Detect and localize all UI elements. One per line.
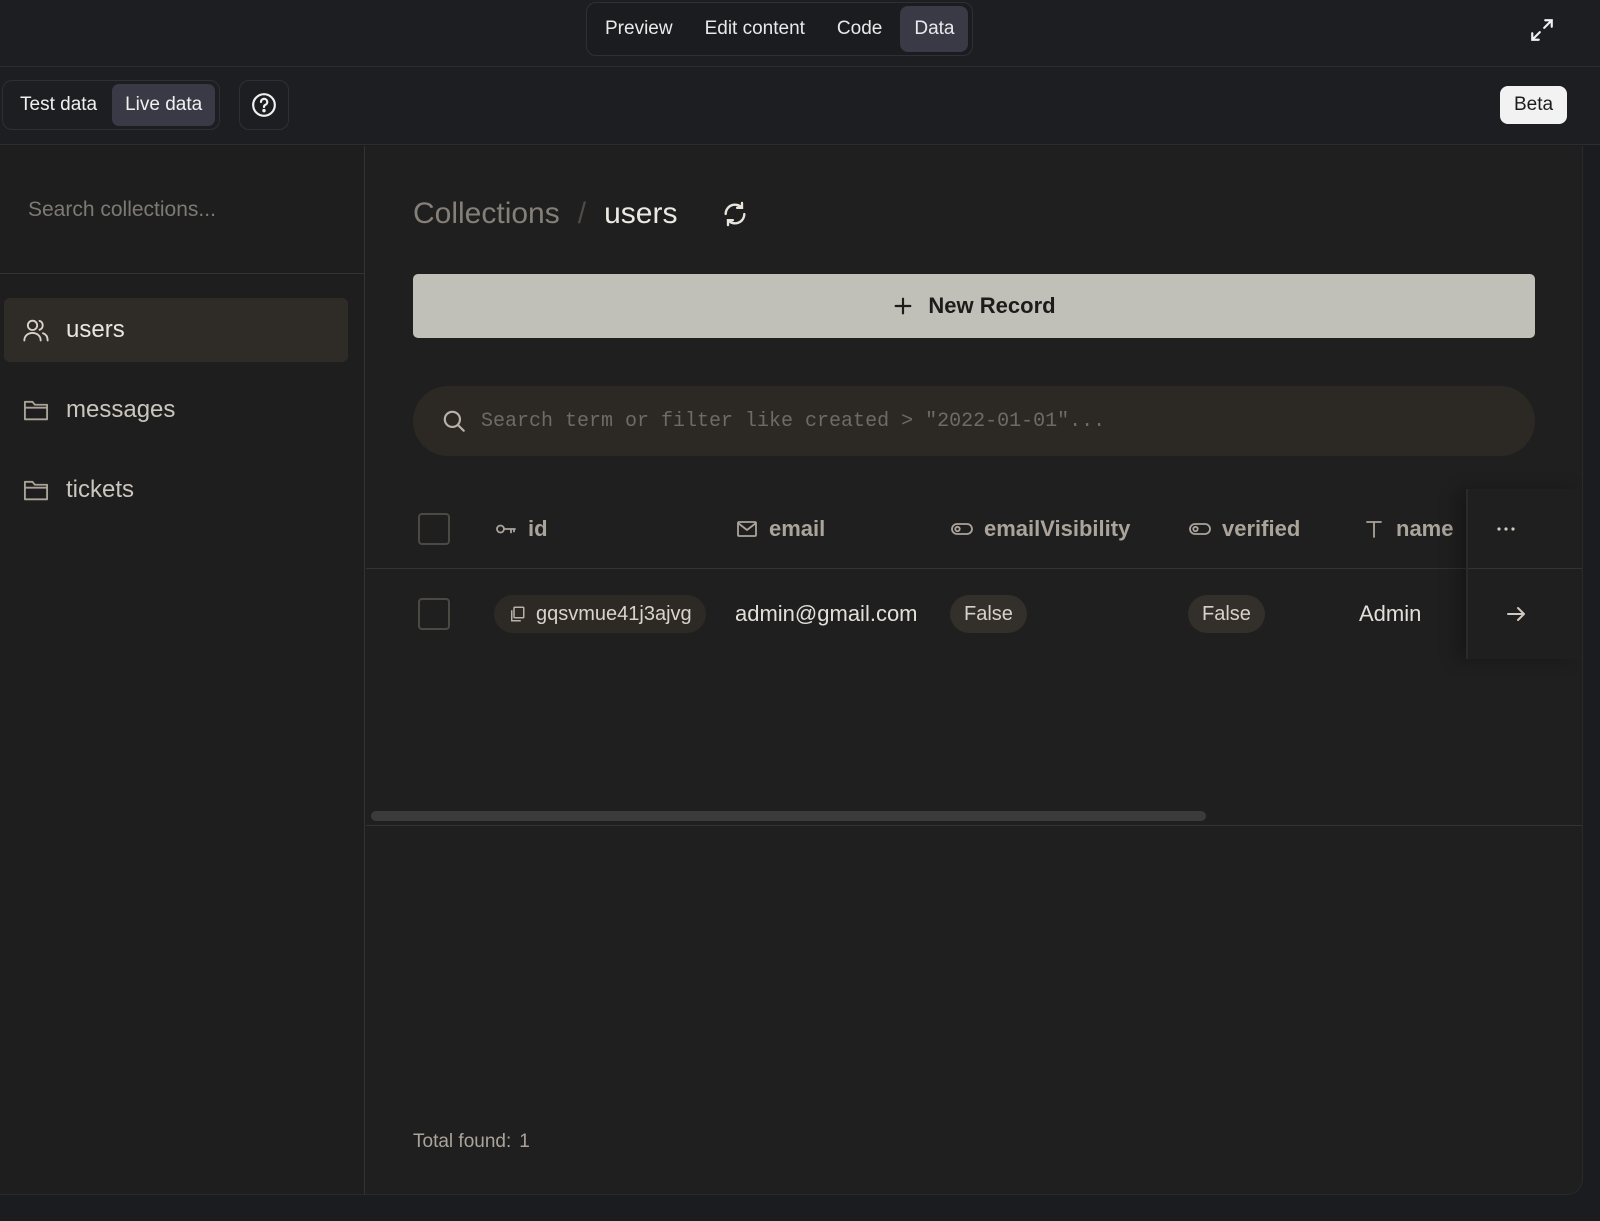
tab-edit-content[interactable]: Edit content: [691, 6, 819, 52]
search-icon: [443, 410, 465, 432]
record-search-input[interactable]: [481, 401, 1535, 441]
sidebar-item-label: messages: [66, 396, 176, 423]
email-cell: admin@gmail.com: [735, 601, 918, 626]
tab-code[interactable]: Code: [823, 6, 896, 52]
copy-id-button[interactable]: gqsvmue41j3ajvg: [494, 595, 706, 633]
users-icon: [22, 316, 50, 344]
email-visibility-cell: False: [950, 569, 1027, 659]
column-header-verified[interactable]: verified: [1188, 489, 1300, 568]
help-icon: [252, 93, 276, 117]
column-header-name[interactable]: name: [1362, 489, 1453, 568]
refresh-icon[interactable]: [719, 198, 751, 230]
mode-tabs: Preview Edit content Code Data: [586, 2, 974, 56]
key-icon: [496, 524, 516, 533]
select-all-checkbox[interactable]: [418, 512, 450, 545]
toggle-icon: [1189, 522, 1211, 535]
total-found: Total found: 1: [413, 1131, 530, 1153]
table-row[interactable]: gqsvmue41j3ajvg admin@gmail.com False Fa…: [366, 569, 1582, 659]
live-data-button[interactable]: Live data: [112, 84, 216, 126]
records-table: id email emailVisibility verified name g…: [366, 489, 1582, 829]
sidebar-item-label: users: [66, 316, 125, 343]
beta-badge: Beta: [1500, 86, 1568, 124]
collections-search: [0, 146, 364, 274]
name-cell: Admin: [1359, 601, 1422, 626]
new-record-button[interactable]: New Record: [413, 274, 1535, 338]
column-header-id[interactable]: id: [494, 489, 548, 568]
expand-icon[interactable]: [1526, 14, 1558, 46]
top-bar: Preview Edit content Code Data: [0, 0, 1600, 67]
breadcrumb: Collections / users: [413, 194, 751, 234]
column-header-emailvisibility[interactable]: emailVisibility: [950, 489, 1130, 568]
sidebar-item-messages[interactable]: messages: [4, 378, 348, 442]
toggle-icon: [951, 522, 973, 535]
select-all-cell: [418, 489, 450, 568]
sidebar-item-tickets[interactable]: tickets: [4, 458, 348, 522]
sidebar-item-users[interactable]: users: [4, 298, 348, 362]
folder-icon: [22, 476, 50, 504]
row-checkbox[interactable]: [418, 598, 450, 630]
sidebar-item-label: tickets: [66, 476, 135, 503]
tab-preview[interactable]: Preview: [591, 6, 687, 52]
total-label: Total found:: [413, 1131, 512, 1152]
breadcrumb-collections[interactable]: Collections: [413, 197, 560, 231]
page-footer-background: [0, 1195, 1600, 1221]
total-count: 1: [519, 1131, 530, 1152]
collection-main: Collections / users New Record Search te…: [366, 146, 1582, 1194]
divider: [366, 825, 1582, 826]
test-data-button[interactable]: Test data: [7, 84, 110, 126]
help-button[interactable]: [239, 80, 289, 130]
plus-icon: [894, 297, 912, 315]
table-header: id email emailVisibility verified name: [366, 489, 1582, 569]
breadcrumb-separator: /: [577, 197, 587, 230]
record-search: [413, 386, 1535, 456]
row-select-cell: [418, 569, 450, 659]
collections-search-input[interactable]: [28, 192, 338, 228]
copy-icon: [511, 606, 525, 622]
column-header-email[interactable]: email: [735, 489, 825, 568]
page-title: users: [604, 197, 678, 230]
verified-cell: False: [1188, 569, 1265, 659]
workspace: users messages tickets Collections: [0, 146, 1583, 1195]
folder-icon: [22, 396, 50, 424]
mail-icon: [737, 520, 757, 537]
sticky-actions-column: [1466, 489, 1582, 659]
new-record-label: New Record: [928, 293, 1056, 318]
data-source-toggle: Test data Live data: [2, 80, 221, 130]
email-visibility-value: False: [950, 595, 1027, 633]
record-id: gqsvmue41j3ajvg: [536, 602, 692, 625]
data-toolbar: Test data Live data Beta: [0, 67, 1600, 145]
text-icon: [1366, 520, 1382, 538]
horizontal-scrollbar[interactable]: [371, 811, 1206, 821]
collections-sidebar: users messages tickets: [0, 146, 365, 1194]
id-cell: gqsvmue41j3ajvg: [494, 569, 706, 659]
verified-value: False: [1188, 595, 1265, 633]
tab-data[interactable]: Data: [900, 6, 969, 52]
